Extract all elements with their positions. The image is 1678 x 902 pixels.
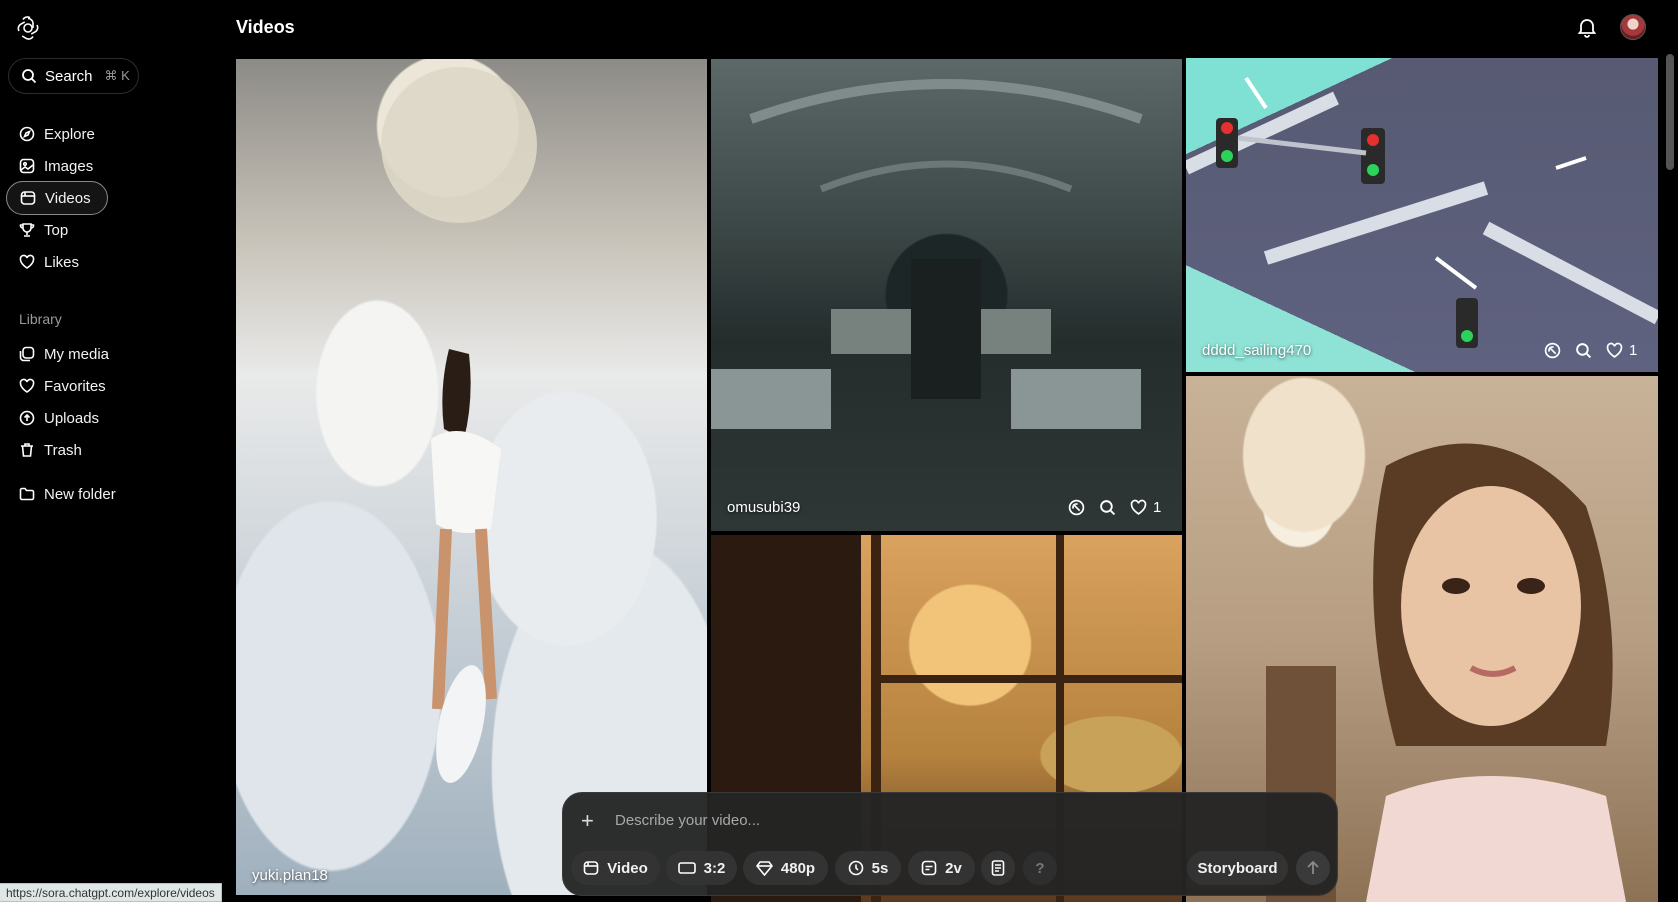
type-label: Video	[607, 859, 648, 877]
search-icon	[22, 69, 37, 84]
variations-button[interactable]: 2v	[908, 851, 975, 885]
new-folder-button[interactable]: New folder	[6, 477, 116, 511]
nav-item-label: Images	[44, 157, 94, 175]
remix-icon[interactable]	[1068, 499, 1085, 516]
search-icon[interactable]	[1575, 342, 1592, 359]
film-icon	[20, 191, 36, 205]
heart-icon	[19, 378, 35, 393]
search-shortcut: ⌘ K	[104, 68, 130, 83]
openai-logo-icon[interactable]	[16, 16, 40, 40]
tile-username[interactable]: dddd_sailing470	[1202, 342, 1311, 359]
nav-item-label: Videos	[45, 189, 91, 207]
like-button[interactable]: 1	[1130, 499, 1161, 516]
storyboard-label: Storyboard	[1197, 859, 1278, 877]
search-button[interactable]: Search ⌘ K	[8, 58, 139, 94]
diamond-icon	[755, 860, 773, 876]
scrollbar[interactable]	[1666, 54, 1674, 170]
help-icon: ?	[1035, 859, 1045, 877]
nav-item-label: Uploads	[44, 409, 100, 427]
page-title: Videos	[236, 17, 295, 37]
video-tile-traffic[interactable]: dddd_sailing470 1	[1186, 58, 1658, 372]
hospital-beds	[711, 79, 1143, 429]
nav-item-trash[interactable]: Trash	[6, 433, 82, 467]
document-icon	[991, 860, 1005, 876]
nav-item-label: My media	[44, 345, 110, 363]
image-icon	[19, 158, 35, 174]
folder-plus-icon	[19, 487, 35, 501]
presets-button[interactable]	[981, 851, 1015, 885]
upload-icon	[19, 410, 35, 426]
surfer-figure	[381, 67, 537, 783]
film-icon	[583, 861, 599, 875]
like-button[interactable]: 1	[1606, 342, 1637, 359]
variations-icon	[921, 860, 937, 876]
duration-label: 5s	[871, 859, 889, 877]
nav-item-uploads[interactable]: Uploads	[6, 401, 99, 435]
nav-item-images[interactable]: Images	[6, 149, 93, 183]
sidebar: Search ⌘ K Explore Images Videos Top Lik…	[0, 0, 220, 902]
submit-button[interactable]	[1296, 851, 1330, 885]
resolution-button[interactable]: 480p	[743, 851, 828, 885]
avatar[interactable]	[1620, 14, 1646, 40]
nav-item-label: Favorites	[44, 377, 106, 395]
clock-icon	[848, 860, 863, 876]
trophy-icon	[19, 223, 35, 237]
nav-item-explore[interactable]: Explore	[6, 117, 95, 151]
tile-username[interactable]: yuki.plan18	[252, 867, 328, 884]
prompt-input[interactable]	[615, 805, 1115, 835]
compass-icon	[19, 126, 35, 142]
heart-icon	[1606, 342, 1623, 358]
nav-item-likes[interactable]: Likes	[6, 245, 79, 279]
video-tile-hospital[interactable]: omusubi39 1	[711, 59, 1182, 531]
library-heading: Library	[19, 311, 62, 327]
duration-button[interactable]: 5s	[835, 851, 901, 885]
prompt-composer: + Video 3:2 480p 5s 2v ? Storyboard	[562, 792, 1338, 896]
nav-item-label: Explore	[44, 125, 95, 143]
trash-icon	[21, 443, 33, 457]
help-button[interactable]: ?	[1023, 851, 1057, 885]
video-tile-clouds[interactable]: yuki.plan18	[236, 59, 707, 895]
nav-item-favorites[interactable]: Favorites	[6, 369, 106, 403]
media-icon	[19, 346, 35, 362]
search-label: Search	[45, 67, 93, 85]
nav-item-videos[interactable]: Videos	[6, 181, 108, 215]
search-icon[interactable]	[1099, 499, 1116, 516]
nav-item-top[interactable]: Top	[6, 213, 68, 247]
nav-item-label: Likes	[44, 253, 80, 271]
like-count: 1	[1153, 499, 1162, 516]
heart-icon	[1130, 499, 1147, 515]
plus-icon[interactable]: +	[581, 810, 594, 832]
type-select-button[interactable]: Video	[571, 851, 660, 885]
nav-item-label: Trash	[44, 441, 82, 459]
tile-actions: 1	[1544, 342, 1637, 359]
nav-item-label: Top	[44, 221, 69, 239]
like-count: 1	[1629, 342, 1638, 359]
tile-actions: 1	[1068, 499, 1161, 516]
remix-icon[interactable]	[1544, 342, 1561, 359]
new-folder-label: New folder	[44, 485, 116, 503]
status-url: https://sora.chatgpt.com/explore/videos	[0, 883, 222, 902]
aspect-label: 3:2	[703, 859, 726, 877]
aspect-ratio-button[interactable]: 3:2	[666, 851, 737, 885]
aspect-ratio-icon	[677, 862, 696, 874]
storyboard-button[interactable]: Storyboard	[1187, 851, 1288, 885]
arrow-up-icon	[1307, 860, 1319, 874]
traffic-lights	[1186, 76, 1658, 348]
nav-item-my-media[interactable]: My media	[6, 337, 109, 371]
bell-icon[interactable]	[1576, 16, 1598, 38]
resolution-label: 480p	[780, 859, 816, 877]
heart-icon	[19, 254, 35, 269]
variations-label: 2v	[945, 859, 962, 877]
tile-username[interactable]: omusubi39	[727, 499, 800, 516]
